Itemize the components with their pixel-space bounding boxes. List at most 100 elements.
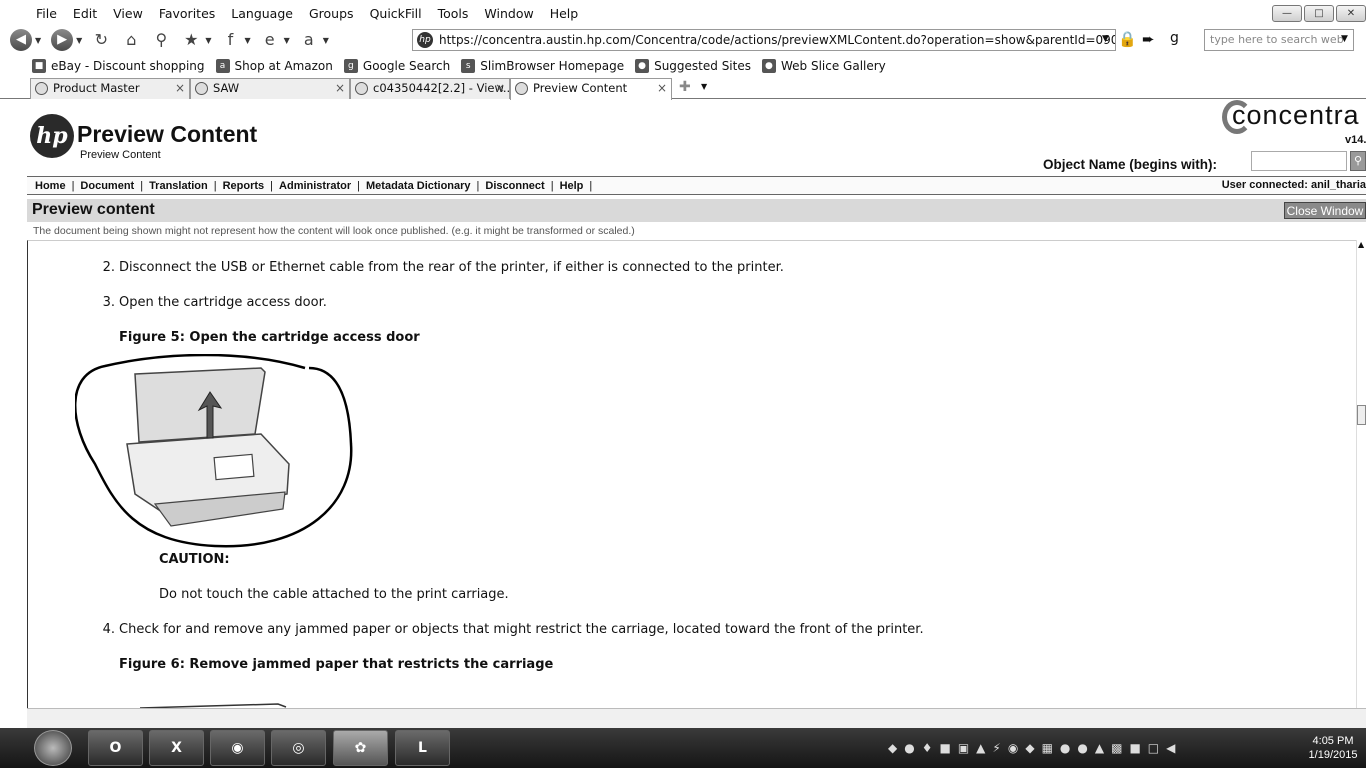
close-tab-icon[interactable]: × — [335, 79, 345, 98]
menu-window[interactable]: Window — [476, 6, 541, 21]
status-bar — [27, 708, 1366, 728]
close-tab-icon[interactable]: × — [175, 79, 185, 98]
fav-slimbrowser[interactable]: s SlimBrowser Homepage — [461, 58, 624, 73]
chevron-down-icon[interactable]: ▼ — [205, 36, 211, 45]
tray-icon[interactable]: ● — [1077, 741, 1094, 755]
close-tab-icon[interactable]: × — [657, 79, 667, 98]
chevron-down-icon[interactable]: ▼ — [35, 36, 41, 45]
scroll-up-icon[interactable]: ▲ — [1358, 240, 1364, 249]
taskbar-lync[interactable]: L — [395, 730, 450, 766]
window-controls: — □ ✕ — [1272, 5, 1366, 22]
tray-icon[interactable]: ◆ — [888, 741, 904, 755]
taskbar-firefox[interactable]: ◉ — [210, 730, 265, 766]
tray-icon[interactable]: ◉ — [1008, 741, 1025, 755]
back-icon[interactable]: ◀ — [10, 29, 32, 51]
minimize-button[interactable]: — — [1272, 5, 1302, 22]
object-name-label: Object Name (begins with): — [1043, 157, 1218, 172]
menu-help[interactable]: Help — [542, 6, 587, 21]
tab-preview-content[interactable]: Preview Content × — [510, 78, 672, 100]
step-text: Check for and remove any jammed paper or… — [119, 622, 924, 637]
menu-favorites[interactable]: Favorites — [151, 6, 223, 21]
nav-home[interactable]: Home — [35, 180, 66, 192]
tab-saw[interactable]: SAW × — [190, 78, 350, 99]
fav-suggested-sites[interactable]: ● Suggested Sites — [635, 58, 751, 73]
refresh-icon[interactable]: ↻ — [90, 29, 112, 51]
menu-view[interactable]: View — [105, 6, 151, 21]
ebay-icon[interactable]: e — [259, 29, 281, 51]
figure-5-caption: Figure 5: Open the cartridge access door — [119, 330, 420, 345]
fav-google-search[interactable]: g Google Search — [343, 58, 450, 73]
nav-reports[interactable]: Reports — [223, 180, 265, 192]
tray-icon[interactable]: □ — [1148, 741, 1166, 755]
taskbar-slimbrowser[interactable]: ✿ — [333, 730, 388, 766]
nav-translation[interactable]: Translation — [149, 180, 208, 192]
chevron-down-icon[interactable]: ▼ — [323, 36, 329, 45]
menu-tools[interactable]: Tools — [430, 6, 477, 21]
tray-icon[interactable]: ◆ — [1025, 741, 1041, 755]
shield-icon[interactable]: ▲ — [976, 741, 992, 755]
nav-disconnect[interactable]: Disconnect — [485, 180, 544, 192]
close-window-button[interactable]: ✕ — [1336, 5, 1366, 22]
menu-bar: File Edit View Favorites Language Groups… — [0, 0, 1366, 26]
notification-bell-icon[interactable]: ♦ — [922, 741, 940, 755]
forward-icon[interactable]: ▶ — [51, 29, 74, 51]
tray-icon[interactable]: ● — [1060, 741, 1077, 755]
facebook-icon[interactable]: f — [219, 29, 241, 51]
system-clock[interactable]: 4:05 PM 1/19/2015 — [1302, 734, 1364, 762]
tab-c04350442[interactable]: c04350442[2.2] - View... × — [350, 78, 510, 99]
nav-administrator[interactable]: Administrator — [279, 180, 351, 192]
vertical-scrollbar[interactable]: ▲ — [1356, 240, 1366, 708]
menu-language[interactable]: Language — [223, 6, 301, 21]
object-name-input[interactable] — [1251, 151, 1347, 171]
menu-file[interactable]: File — [28, 6, 65, 21]
tray-icon[interactable]: ▣ — [958, 741, 976, 755]
amazon-icon[interactable]: a — [298, 29, 320, 51]
scrollbar-thumb[interactable] — [1357, 405, 1366, 425]
fav-ebay[interactable]: ■ eBay - Discount shopping — [32, 58, 205, 73]
google-plus-icon[interactable]: g — [1170, 30, 1179, 46]
taskbar-outlook[interactable]: O — [88, 730, 143, 766]
menu-groups[interactable]: Groups — [301, 6, 362, 21]
tray-icon[interactable]: ■ — [1129, 741, 1147, 755]
search-dropdown-icon[interactable]: ▼ — [1341, 34, 1348, 44]
menu-quickfill[interactable]: QuickFill — [362, 6, 430, 21]
system-tray: ◆●♦■▣▲⚡◉◆▦●●▲▩■□◀ — [888, 741, 1182, 755]
fav-web-slice-gallery[interactable]: ● Web Slice Gallery — [761, 58, 886, 73]
taskbar-excel[interactable]: X — [149, 730, 204, 766]
fav-amazon[interactable]: a Shop at Amazon — [215, 58, 333, 73]
nav-separator: | — [213, 179, 217, 192]
menu-edit[interactable]: Edit — [65, 6, 105, 21]
go-arrow-icon[interactable]: ➨ — [1142, 30, 1155, 48]
network-icon[interactable]: ▩ — [1111, 741, 1129, 755]
address-bar[interactable]: hp https://concentra.austin.hp.com/Conce… — [412, 29, 1116, 51]
chevron-down-icon[interactable]: ▼ — [284, 36, 290, 45]
tab-list-dropdown-icon[interactable]: ▼ — [701, 82, 707, 91]
tab-product-master[interactable]: Product Master × — [30, 78, 190, 99]
taskbar-chrome[interactable]: ◎ — [271, 730, 326, 766]
volume-icon[interactable]: ◀ — [1166, 741, 1182, 755]
tray-icon[interactable]: ▲ — [1095, 741, 1111, 755]
chevron-down-icon[interactable]: ▼ — [244, 36, 250, 45]
web-search-input[interactable]: type here to search web — [1204, 29, 1354, 51]
nav-separator: | — [140, 179, 144, 192]
address-dropdown-icon[interactable]: ▼ — [1102, 34, 1109, 44]
nav-metadata-dictionary[interactable]: Metadata Dictionary — [366, 180, 471, 192]
tray-icon[interactable]: ▦ — [1042, 741, 1060, 755]
restore-button[interactable]: □ — [1304, 5, 1334, 22]
tray-icon[interactable]: ⚡ — [992, 741, 1007, 755]
search-icon[interactable]: ⚲ — [150, 29, 172, 51]
nav-document[interactable]: Document — [80, 180, 134, 192]
tab-strip: Product Master × SAW × c04350442[2.2] - … — [0, 77, 1366, 100]
object-search-icon[interactable]: ⚲ — [1350, 151, 1366, 171]
nav-help[interactable]: Help — [560, 180, 584, 192]
start-button[interactable] — [34, 730, 72, 766]
new-tab-icon[interactable]: ✚ — [679, 79, 691, 95]
close-window-button[interactable]: Close Window — [1284, 202, 1366, 219]
favorites-star-icon[interactable]: ★ — [180, 29, 202, 51]
chevron-down-icon[interactable]: ▼ — [76, 36, 82, 45]
home-icon[interactable]: ⌂ — [120, 29, 142, 51]
close-tab-icon[interactable]: × — [495, 79, 505, 98]
tray-icon[interactable]: ■ — [939, 741, 957, 755]
google-icon: g — [343, 58, 358, 73]
tray-icon[interactable]: ● — [904, 741, 921, 755]
